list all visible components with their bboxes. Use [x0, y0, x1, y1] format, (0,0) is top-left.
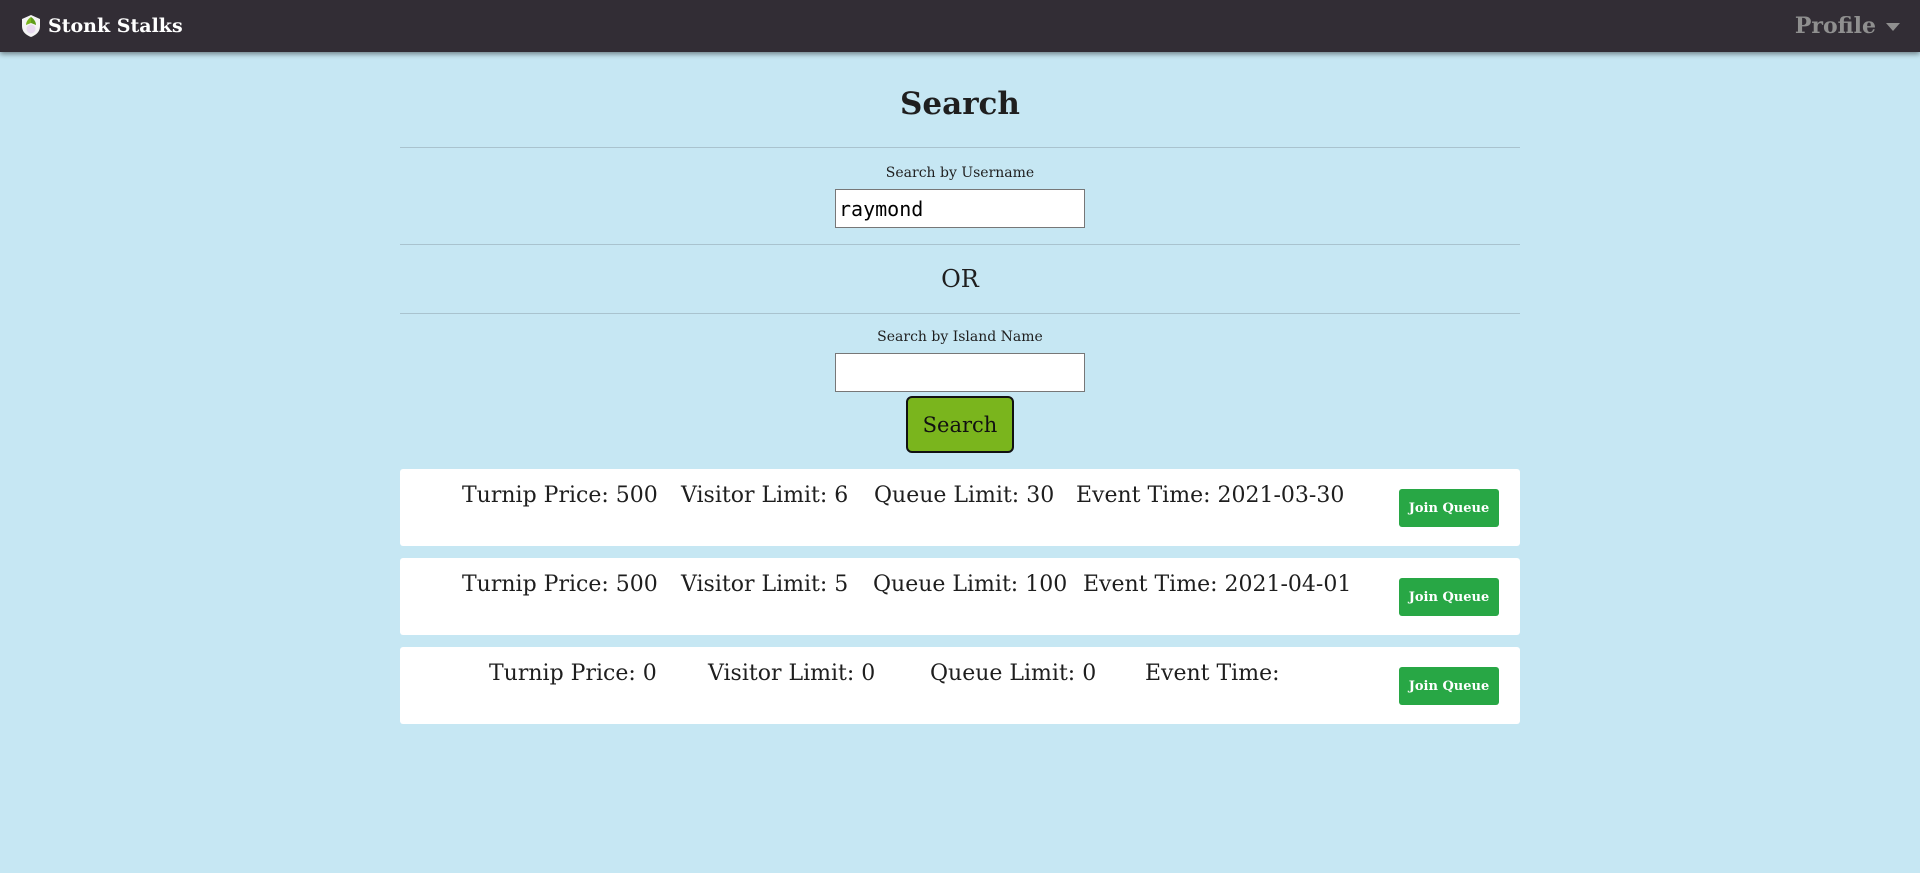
join-queue-button[interactable]: Join Queue [1399, 578, 1499, 616]
divider [400, 313, 1520, 314]
chevron-down-icon [1886, 23, 1900, 31]
username-input[interactable] [835, 189, 1085, 228]
result-card: Turnip Price: 0 Visitor Limit: 0 Queue L… [400, 647, 1520, 724]
event-time: Event Time: 2021-03-30 [1076, 483, 1345, 508]
result-card: Turnip Price: 500 Visitor Limit: 6 Queue… [400, 469, 1520, 546]
event-time: Event Time: 2021-04-01 [1083, 572, 1352, 597]
turnip-price: Turnip Price: 0 [489, 661, 657, 686]
queue-limit: Queue Limit: 30 [874, 483, 1055, 508]
page-title: Search [900, 86, 1020, 122]
brand-name: Stonk Stalks [48, 15, 183, 37]
island-name-label: Search by Island Name [877, 329, 1043, 345]
brand-link[interactable]: Stonk Stalks [20, 14, 183, 38]
search-button[interactable]: Search [906, 396, 1014, 453]
visitor-limit: Visitor Limit: 6 [681, 483, 849, 508]
event-time: Event Time: [1145, 661, 1280, 686]
profile-dropdown[interactable]: Profile [1795, 13, 1900, 39]
top-navbar: Stonk Stalks Profile [0, 0, 1920, 52]
join-queue-button[interactable]: Join Queue [1399, 667, 1499, 705]
turnip-price: Turnip Price: 500 [462, 572, 658, 597]
queue-limit: Queue Limit: 100 [873, 572, 1068, 597]
or-separator: OR [941, 265, 979, 293]
island-name-input[interactable] [835, 353, 1085, 392]
username-label: Search by Username [885, 165, 1035, 181]
visitor-limit: Visitor Limit: 0 [708, 661, 876, 686]
queue-limit: Queue Limit: 0 [930, 661, 1097, 686]
profile-label: Profile [1794, 13, 1876, 39]
visitor-limit: Visitor Limit: 5 [681, 572, 849, 597]
results-list: Turnip Price: 500 Visitor Limit: 6 Queue… [400, 469, 1520, 724]
divider [400, 147, 1520, 148]
result-card: Turnip Price: 500 Visitor Limit: 5 Queue… [400, 558, 1520, 635]
join-queue-button[interactable]: Join Queue [1399, 489, 1499, 527]
search-container: Search Search by Username OR Search by I… [400, 52, 1520, 736]
turnip-shield-icon [22, 15, 40, 37]
turnip-price: Turnip Price: 500 [462, 483, 658, 508]
